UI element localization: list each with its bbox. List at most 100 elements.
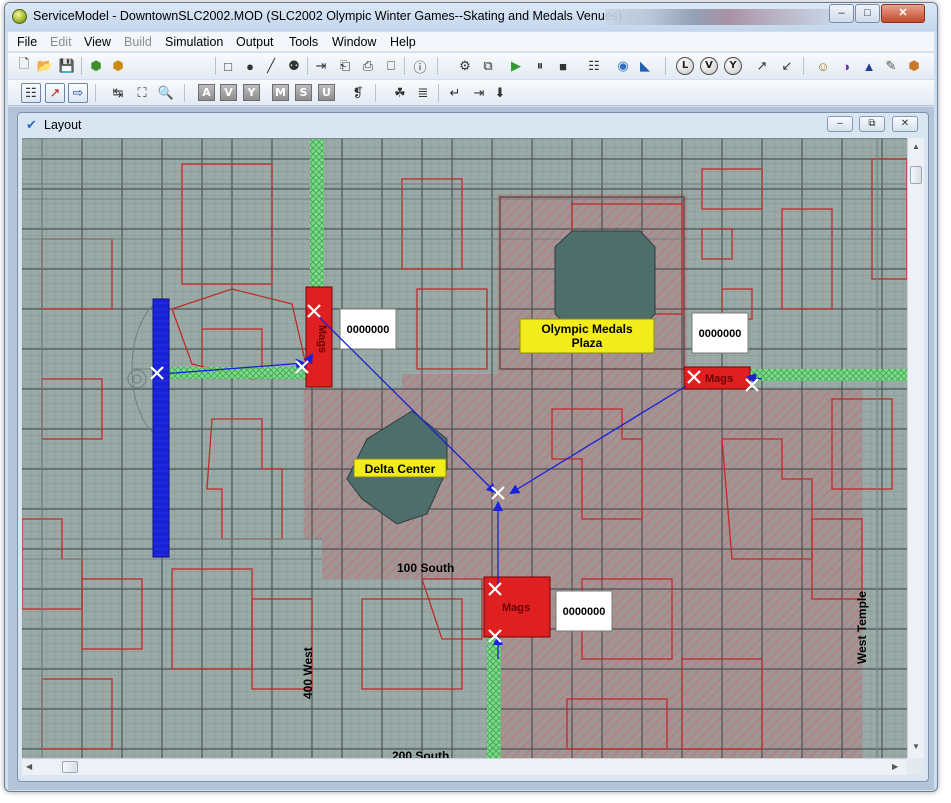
path-tool-icon[interactable]: ╱ <box>261 56 281 76</box>
title-bar-blurred-area <box>605 9 830 25</box>
3d-view-icon[interactable]: ◉ <box>613 56 633 76</box>
menu-bar: File Edit View Build Simulation Output T… <box>8 32 934 52</box>
venue-label-medals-plaza-line2: Plaza <box>572 336 603 350</box>
toolbar-separator <box>184 84 185 102</box>
show-arrays-button[interactable]: Y <box>243 84 260 101</box>
menu-simulation[interactable]: Simulation <box>165 35 223 49</box>
close-button[interactable]: ✕ <box>881 4 925 23</box>
scroll-up-arrow-icon[interactable]: ▲ <box>912 142 920 151</box>
layout-close-button[interactable]: ✕ <box>892 116 918 132</box>
scroll-left-arrow-icon[interactable]: ◀ <box>26 762 32 771</box>
app-icon[interactable] <box>12 9 27 24</box>
counter-north: 0000000 <box>347 324 390 336</box>
run-view-icon[interactable]: ⇨ <box>68 83 88 103</box>
layout-map[interactable]: Olympic Medals Plaza Delta Center Mags M… <box>22 139 907 758</box>
layout-canvas[interactable]: Olympic Medals Plaza Delta Center Mags M… <box>22 138 907 758</box>
app-root: ServiceModel - DowntownSLC2002.MOD (SLC2… <box>0 0 951 803</box>
arrays-report-icon[interactable]: Y <box>724 57 742 75</box>
menu-window[interactable]: Window <box>332 35 376 49</box>
vertical-scroll-thumb[interactable] <box>910 166 922 184</box>
zoom-icon[interactable]: 🔍 <box>156 83 176 103</box>
scenarios-icon[interactable]: ⧉ <box>478 56 498 76</box>
zoom-to-fit-icon[interactable]: ⛶ <box>132 83 152 103</box>
toolbar-separator <box>404 57 405 75</box>
output-viewer-icon[interactable]: ◣ <box>635 56 655 76</box>
step-back-icon[interactable]: ↵ <box>445 83 465 103</box>
path-north-approach <box>310 139 324 289</box>
new-file-icon[interactable]: 🗋 <box>14 56 34 76</box>
maximize-button[interactable]: □ <box>855 4 880 23</box>
notes-icon[interactable]: ❡ <box>348 83 368 103</box>
circle-tool-icon[interactable]: ● <box>240 56 260 76</box>
open-folder-icon[interactable]: 📂 <box>35 56 55 76</box>
entity-tool-icon[interactable]: ⚉ <box>284 56 304 76</box>
menu-view[interactable]: View <box>84 35 111 49</box>
mdi-client-area: ✔ Layout – ⧉ ✕ Olympic Medals Plaza Delt… <box>8 107 934 790</box>
pause-icon[interactable]: ⏸ <box>530 56 550 76</box>
toolbar-separator <box>215 57 216 75</box>
run-icon[interactable]: ▶ <box>506 56 526 76</box>
menu-build[interactable]: Build <box>124 35 152 49</box>
title-bar: ServiceModel - DowntownSLC2002.MOD (SLC2… <box>5 3 937 31</box>
menu-output[interactable]: Output <box>236 35 274 49</box>
toolbar-separator <box>307 57 308 75</box>
scroll-down-arrow-icon[interactable]: ▼ <box>912 742 920 751</box>
street-label-200-south: 200 South <box>392 749 449 758</box>
horizontal-scroll-thumb[interactable] <box>62 761 78 773</box>
background-graphics-icon[interactable]: ▲ <box>859 56 879 76</box>
size-grip[interactable] <box>907 758 924 775</box>
simulation-options-icon[interactable]: ⚙ <box>455 56 475 76</box>
menu-edit[interactable]: Edit <box>50 35 72 49</box>
show-user-distributions-button[interactable]: U <box>318 84 335 101</box>
step-into-icon[interactable]: ⇥ <box>469 83 489 103</box>
processing-icon[interactable]: ⎗ <box>335 56 355 76</box>
counter-south: 0000000 <box>563 606 606 618</box>
menu-file[interactable]: File <box>17 35 37 49</box>
trace-icon[interactable]: ≣ <box>413 83 433 103</box>
model-package-icon[interactable]: ⬢ <box>108 56 128 76</box>
probe-icon[interactable]: ⬇ <box>490 83 510 103</box>
layout-minimize-button[interactable]: – <box>827 116 853 132</box>
layout-vertical-scrollbar[interactable]: ▲ ▼ <box>907 138 924 758</box>
graphic-editor-icon[interactable]: ☺ <box>813 56 833 76</box>
rectangle-tool-icon[interactable]: □ <box>218 56 238 76</box>
expression-search-icon[interactable]: ◑ <box>836 56 856 76</box>
merge-model-icon[interactable]: ⬢ <box>86 56 106 76</box>
stop-icon[interactable]: ■ <box>553 56 573 76</box>
arrivals-icon[interactable]: ⎙ <box>358 56 378 76</box>
layout-window-title-bar: ✔ Layout – ⧉ ✕ <box>18 113 928 137</box>
path-east-approach <box>747 369 907 381</box>
menu-tools[interactable]: Tools <box>289 35 318 49</box>
edit-tables-icon[interactable]: ✎ <box>881 56 901 76</box>
edit-graph-icon[interactable]: ↗ <box>45 83 65 103</box>
toolbar-separator <box>803 57 804 75</box>
layout-horizontal-scrollbar[interactable]: ◀ ▶ <box>22 758 907 775</box>
scroll-right-arrow-icon[interactable]: ▶ <box>892 762 898 771</box>
routing-paths-icon[interactable]: ↹ <box>108 83 128 103</box>
locations-report-icon[interactable]: L <box>676 57 694 75</box>
show-macros-button[interactable]: M <box>272 84 289 101</box>
variables-report-icon[interactable]: V <box>700 57 718 75</box>
routing-icon[interactable]: ⇥ <box>311 56 331 76</box>
layout-window-title: Layout <box>44 118 82 132</box>
mags-location-east-label: Mags <box>705 373 733 385</box>
info-icon[interactable]: ⓘ <box>410 56 430 76</box>
model-packager-icon[interactable]: ⬢ <box>904 56 924 76</box>
time-series-chart-icon[interactable]: ↗ <box>752 56 772 76</box>
street-label-100-south: 100 South <box>397 561 454 575</box>
histogram-chart-icon[interactable]: ↙ <box>777 56 797 76</box>
show-subroutines-button[interactable]: S <box>295 84 312 101</box>
shifts-icon[interactable]: ⎕ <box>381 56 401 76</box>
debug-icon[interactable]: ☘ <box>390 83 410 103</box>
toolbar-main: 🗋 📂 💾 ⬢ ⬢ □ ● ╱ ⚉ ⇥ ⎗ ⎙ ⎕ ⓘ ⚙ ⧉ ▶ ⏸ ■ ☷ … <box>8 53 934 79</box>
show-activities-button[interactable]: A <box>198 84 215 101</box>
menu-help[interactable]: Help <box>390 35 416 49</box>
queue-location[interactable] <box>152 298 170 558</box>
grid-view-icon[interactable]: ☷ <box>21 83 41 103</box>
counter-east: 0000000 <box>699 328 742 340</box>
minimize-button[interactable]: – <box>829 4 854 23</box>
layout-restore-button[interactable]: ⧉ <box>859 116 885 132</box>
output-table-icon[interactable]: ☷ <box>584 56 604 76</box>
show-variables-button[interactable]: V <box>220 84 237 101</box>
save-icon[interactable]: 💾 <box>57 56 77 76</box>
